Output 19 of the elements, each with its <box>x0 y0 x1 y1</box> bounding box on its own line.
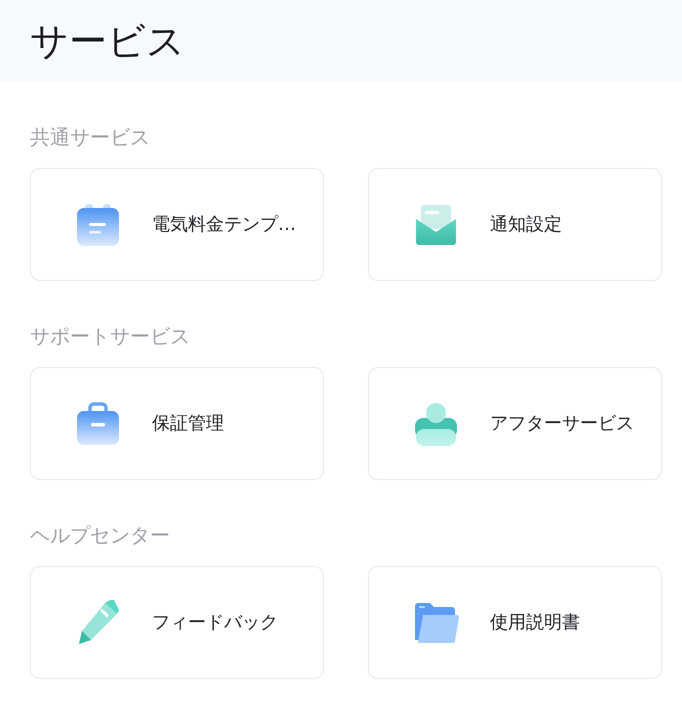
service-card[interactable]: 電気料金テンプ… <box>30 168 324 281</box>
service-card[interactable]: 通知設定 <box>368 168 662 281</box>
service-label: 保証管理 <box>152 412 224 436</box>
service-card[interactable]: 保証管理 <box>30 367 324 480</box>
page-title: サービス <box>30 18 185 64</box>
person-icon <box>413 400 459 446</box>
calendar-icon <box>75 202 121 248</box>
service-label: 使用説明書 <box>490 611 580 635</box>
service-card[interactable]: フィードバック <box>30 566 324 679</box>
service-label: 通知設定 <box>490 213 562 237</box>
service-label: フィードバック <box>152 611 278 635</box>
section-title: ヘルプセンター <box>30 522 171 549</box>
section-title: 共通サービス <box>30 124 151 151</box>
service-card[interactable]: アフターサービス <box>368 367 662 480</box>
service-label: 電気料金テンプ… <box>152 213 296 237</box>
section-title: サポートサービス <box>30 323 191 350</box>
service-card[interactable]: 使用説明書 <box>368 566 662 679</box>
service-label: アフターサービス <box>490 412 634 436</box>
briefcase-icon <box>75 400 121 446</box>
